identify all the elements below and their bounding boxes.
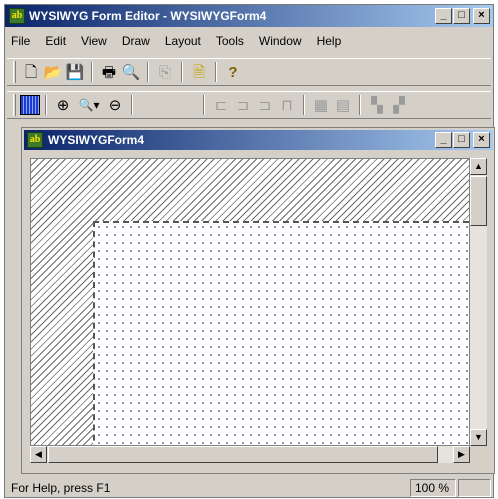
doc-maximize-button[interactable]: □ <box>453 132 470 148</box>
menu-draw[interactable]: Draw <box>122 34 150 48</box>
horizontal-scroll-thumb[interactable] <box>48 446 438 463</box>
menu-window[interactable]: Window <box>259 34 302 48</box>
send-back-icon[interactable]: ▞ <box>388 94 410 116</box>
scroll-right-icon[interactable]: ▶ <box>453 446 470 463</box>
toolbar-grip[interactable] <box>13 61 16 83</box>
vertical-scrollbar[interactable]: ▲ ▼ <box>470 158 487 446</box>
align-top-icon[interactable]: ⊓ <box>276 94 298 116</box>
menu-file[interactable]: File <box>11 34 30 48</box>
scroll-left-icon[interactable]: ◀ <box>30 446 47 463</box>
maximize-button[interactable]: □ <box>453 8 470 24</box>
toolbar-separator <box>91 62 93 82</box>
grid-icon[interactable] <box>20 95 40 115</box>
menu-help[interactable]: Help <box>317 34 342 48</box>
layout-toolbar: ⊕ 🔍▾ ⊖ ⊏ ⊐ ⊐ ⊓ ▦ ▤ ▚ ▞ <box>7 91 491 119</box>
scroll-down-icon[interactable]: ▼ <box>470 429 487 446</box>
status-help-text: For Help, press F1 <box>11 481 111 495</box>
menu-layout[interactable]: Layout <box>165 34 201 48</box>
size-grip-icon[interactable] <box>470 446 487 463</box>
status-zoom: 100 % <box>410 479 456 497</box>
align-left-icon[interactable]: ⊏ <box>210 94 232 116</box>
menu-bar: File Edit View Draw Layout Tools Window … <box>5 31 493 51</box>
zoom-in-icon[interactable]: ⊕ <box>52 94 74 116</box>
window-title: WYSIWYG Form Editor - WYSIWYGForm4 <box>29 9 267 23</box>
document-title: WYSIWYGForm4 <box>48 133 145 147</box>
toolbar-separator <box>359 95 361 115</box>
app-icon[interactable]: ab <box>9 8 25 24</box>
print-preview-icon[interactable]: 🔍 <box>120 61 142 83</box>
menu-view[interactable]: View <box>81 34 107 48</box>
form-surface[interactable] <box>93 221 469 445</box>
document-icon[interactable]: ab <box>27 132 43 148</box>
form-document-window: ab WYSIWYGForm4 _ □ × ▲ ▼ ◀ ▶ <box>21 127 495 474</box>
scroll-up-icon[interactable]: ▲ <box>470 158 487 175</box>
toolbar-separator <box>45 95 47 115</box>
minimize-button[interactable]: _ <box>435 8 452 24</box>
same-size-icon[interactable]: ▦ <box>310 94 332 116</box>
close-button[interactable]: × <box>473 8 490 24</box>
same-width-icon[interactable]: ▤ <box>332 94 354 116</box>
menu-edit[interactable]: Edit <box>45 34 66 48</box>
main-window: ab WYSIWYG Form Editor - WYSIWYGForm4 _ … <box>4 4 495 498</box>
main-titlebar[interactable]: ab WYSIWYG Form Editor - WYSIWYGForm4 _ … <box>5 5 493 27</box>
status-pane <box>458 479 491 497</box>
align-center-icon[interactable]: ⊐ <box>232 94 254 116</box>
open-icon[interactable]: 📂 <box>42 61 64 83</box>
toolbar-separator <box>181 62 183 82</box>
zoom-dropdown-icon[interactable]: 🔍▾ <box>74 94 104 116</box>
toolbar-separator <box>147 62 149 82</box>
standard-toolbar: 🗋 📂 💾 🖶 🔍 ⎘ 🗎 ? <box>7 58 491 86</box>
save-icon[interactable]: 💾 <box>64 61 86 83</box>
toolbar-grip[interactable] <box>13 94 16 116</box>
new-icon[interactable]: 🗋 <box>20 61 42 83</box>
status-bar: For Help, press F1 100 % <box>5 479 493 497</box>
zoom-out-icon[interactable]: ⊖ <box>104 94 126 116</box>
menu-tools[interactable]: Tools <box>216 34 244 48</box>
align-right-icon[interactable]: ⊐ <box>254 94 276 116</box>
toolbar-separator <box>131 95 133 115</box>
toolbar-separator <box>215 62 217 82</box>
design-canvas[interactable] <box>30 158 470 446</box>
horizontal-scrollbar[interactable]: ◀ ▶ <box>30 446 470 463</box>
bring-front-icon[interactable]: ▚ <box>366 94 388 116</box>
vertical-scroll-thumb[interactable] <box>470 176 487 226</box>
form-properties-icon[interactable]: ⎘ <box>154 61 176 83</box>
doc-close-button[interactable]: × <box>473 132 490 148</box>
document-titlebar[interactable]: ab WYSIWYGForm4 _ □ × <box>24 130 493 150</box>
toolbar-separator <box>203 95 205 115</box>
page-icon[interactable]: 🗎 <box>188 61 210 83</box>
doc-minimize-button[interactable]: _ <box>435 132 452 148</box>
toolbar-separator <box>303 95 305 115</box>
help-icon[interactable]: ? <box>222 61 244 83</box>
print-icon[interactable]: 🖶 <box>98 61 120 83</box>
